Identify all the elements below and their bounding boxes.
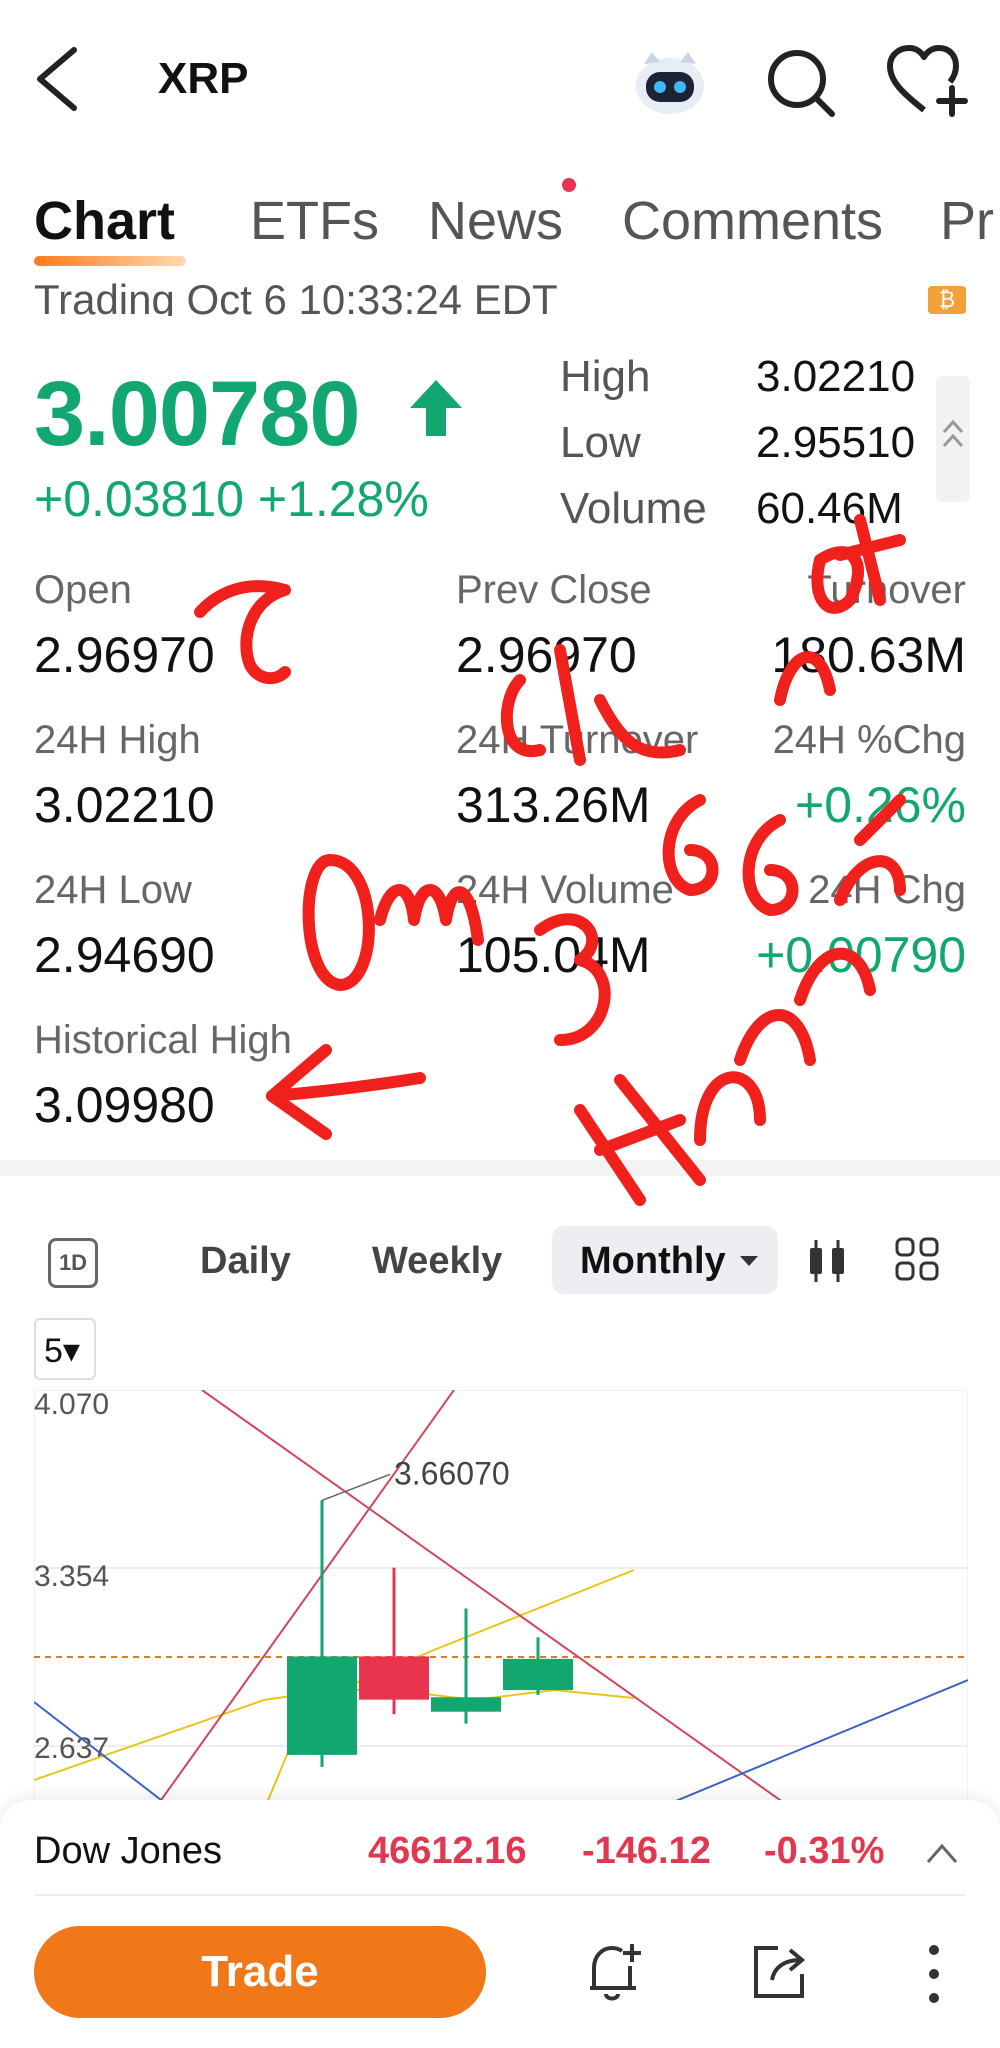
- trade-button[interactable]: Trade: [34, 1926, 486, 2018]
- h24-low-value: 2.94690: [34, 927, 215, 983]
- y-tick-label: 4.070: [34, 1390, 109, 1421]
- h24-volume-label: 24H Volume: [456, 868, 674, 912]
- low-value: 2.95510: [756, 418, 916, 467]
- candle-body[interactable]: [359, 1656, 429, 1700]
- candle-body[interactable]: [503, 1658, 573, 1691]
- index-change: -146.12: [582, 1830, 711, 1872]
- price-up-arrow-icon: [410, 380, 462, 436]
- current-price: 3.00780: [34, 363, 361, 465]
- tab-chart[interactable]: Chart: [34, 190, 175, 252]
- crypto-badge-icon: ₿: [928, 286, 966, 314]
- period-monthly-label: Monthly: [580, 1240, 726, 1282]
- h24-high-label: 24H High: [34, 718, 201, 762]
- add-alert-bell-icon[interactable]: [584, 1940, 644, 2006]
- candlestick-chart-icon[interactable]: [806, 1236, 848, 1286]
- high-value: 3.02210: [756, 352, 916, 401]
- tab-etfs[interactable]: ETFs: [250, 190, 379, 252]
- period-weekly[interactable]: Weekly: [372, 1240, 502, 1283]
- volume-label: Volume: [560, 484, 707, 533]
- h24-chg-value: +0.00790: [756, 927, 966, 983]
- y-tick-label: 3.354: [34, 1560, 109, 1593]
- tab-news[interactable]: News: [428, 190, 563, 252]
- candle-body[interactable]: [431, 1697, 501, 1712]
- active-tab-indicator: [34, 256, 186, 266]
- share-icon[interactable]: [748, 1940, 810, 2002]
- add-to-watchlist-heart-icon[interactable]: [884, 44, 968, 118]
- market-status: Trading Oct 6 10:33:24 EDT: [34, 276, 558, 316]
- index-name[interactable]: Dow Jones: [34, 1830, 222, 1873]
- h24-high-value: 3.02210: [34, 777, 215, 833]
- chevron-up-icon: [942, 419, 964, 448]
- h24-chg-label: 24H Chg: [808, 868, 966, 912]
- ai-assistant-robot-icon[interactable]: [630, 42, 710, 122]
- tab-comments[interactable]: Comments: [622, 190, 883, 252]
- more-options-icon[interactable]: [924, 1942, 944, 2006]
- turnover-label: Turnover: [807, 568, 966, 612]
- back-arrow-icon[interactable]: [28, 44, 88, 114]
- y-tick-label: 2.637: [34, 1732, 109, 1765]
- candle-body[interactable]: [287, 1656, 357, 1755]
- index-change-pct: -0.31%: [764, 1830, 885, 1872]
- price-chart[interactable]: 4.070 3.354 2.637 3.66070: [34, 1390, 968, 1810]
- section-divider: [0, 1160, 1000, 1176]
- period-daily[interactable]: Daily: [200, 1240, 291, 1283]
- chevron-down-icon: [740, 1256, 758, 1266]
- historical-high-label: Historical High: [34, 1018, 292, 1062]
- tab-more[interactable]: Pr: [940, 190, 994, 252]
- intraday-1d-button[interactable]: 1D: [48, 1238, 98, 1288]
- price-change: +0.03810 +1.28%: [34, 471, 429, 527]
- max-price-annotation: 3.66070: [394, 1455, 510, 1491]
- h24-pct-value: +0.26%: [795, 777, 966, 833]
- h24-volume-value: 105.04M: [456, 927, 651, 983]
- collapse-toggle[interactable]: [936, 376, 970, 502]
- prev-close-value: 2.96970: [456, 627, 637, 683]
- open-label: Open: [34, 568, 132, 612]
- candle-count-selector[interactable]: 5▾: [34, 1318, 96, 1380]
- page-title: XRP: [158, 54, 249, 103]
- news-notification-dot: [562, 178, 576, 192]
- prev-close-label: Prev Close: [456, 568, 652, 612]
- high-label: High: [560, 352, 651, 401]
- volume-value: 60.46M: [756, 484, 903, 533]
- divider: [34, 1894, 966, 1896]
- historical-high-value: 3.09980: [34, 1077, 215, 1133]
- grid-menu-icon[interactable]: [894, 1236, 940, 1282]
- index-value: 46612.16: [368, 1830, 527, 1872]
- turnover-value: 180.63M: [771, 627, 966, 683]
- open-value: 2.96970: [34, 627, 215, 683]
- search-icon[interactable]: [764, 46, 838, 120]
- h24-low-label: 24H Low: [34, 868, 192, 912]
- h24-pct-label: 24H %Chg: [772, 718, 966, 762]
- chevron-up-icon[interactable]: [924, 1838, 960, 1868]
- low-label: Low: [560, 418, 641, 467]
- h24-turnover-value: 313.26M: [456, 777, 651, 833]
- h24-turnover-label: 24H Turnover: [456, 718, 699, 762]
